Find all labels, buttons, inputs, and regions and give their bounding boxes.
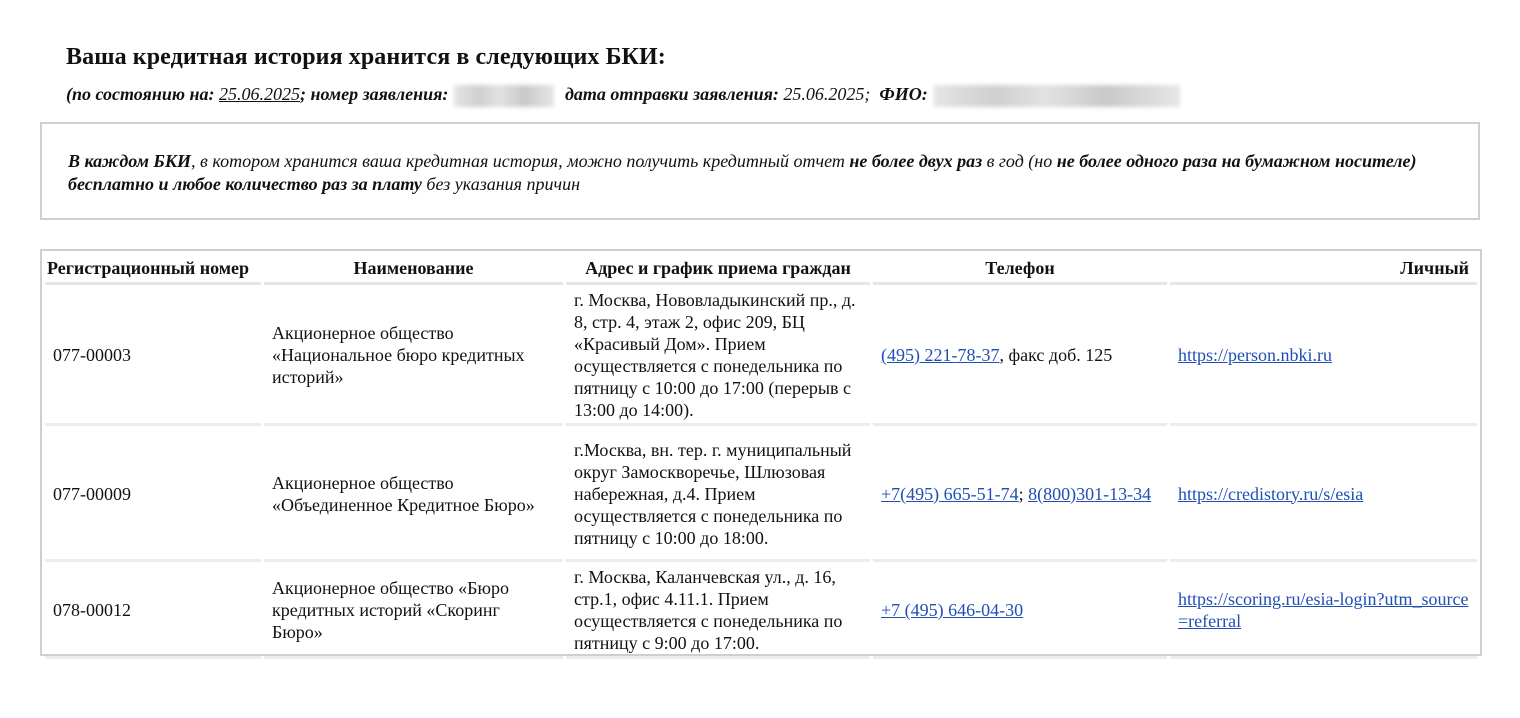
phone-link[interactable]: +7 (495) 646-04-30 [881,600,1023,620]
cell-phone: +7(495) 665-51-74; 8(800)301-13-34 [873,428,1167,562]
bureau-table-container: Регистрационный номер Наименование Адрес… [40,249,1482,659]
fio-label: ФИО: [879,84,928,104]
header-phone: Телефон [873,254,1167,285]
notice-box: В каждом БКИ, в котором хранится ваша кр… [40,122,1480,220]
phone-extra: , факс доб. 125 [999,345,1113,365]
as-of-date: 25.06.2025 [218,84,300,104]
notice-part-4: в год (но [982,151,1057,171]
cell-address: г. Москва, Каланчевская ул., д. 16, стр.… [566,564,870,659]
header-address: Адрес и график приема граждан [566,254,870,285]
cell-address: г. Москва, Нововладыкинский пр., д. 8, с… [566,287,870,426]
phone-link[interactable]: +7(495) 665-51-74 [881,484,1019,504]
personal-account-link[interactable]: https://person.nbki.ru [1178,345,1332,365]
sent-date-label: дата отправки заявления: [564,84,779,104]
notice-part-2: , в котором хранится ваша кредитная исто… [191,151,850,171]
bureau-table: Регистрационный номер Наименование Адрес… [42,252,1480,661]
header-personal: Личный [1170,254,1477,285]
fio-redacted [933,84,1180,107]
cell-reg-number: 077-00003 [45,287,261,426]
cell-reg-number: 077-00009 [45,428,261,562]
cell-phone: (495) 221-78-37, факс доб. 125 [873,287,1167,426]
table-row: 077-00003 Акционерное общество «Национал… [45,287,1477,426]
cell-name: Акционерное общество «Национальное бюро … [264,287,563,426]
cell-personal: https://person.nbki.ru [1170,287,1477,426]
table-header-row: Регистрационный номер Наименование Адрес… [45,254,1477,285]
personal-account-link[interactable]: https://credistory.ru/s/esia [1178,484,1363,504]
header-name: Наименование [264,254,563,285]
personal-account-link[interactable]: https://scoring.ru/esia-login?utm_source… [1178,589,1468,631]
application-number-redacted [454,84,555,107]
cell-personal: https://scoring.ru/esia-login?utm_source… [1170,564,1477,659]
cell-address: г.Москва, вн. тер. г. муниципальный окру… [566,428,870,562]
notice-part-1: В каждом БКИ [68,151,192,171]
as-of-label: (по состоянию на: [66,84,215,104]
cell-personal: https://credistory.ru/s/esia [1170,428,1477,562]
table-row: 077-00009 Акционерное общество «Объедине… [45,428,1477,562]
sent-date: 25.06.2025; [783,84,871,104]
phone-separator: ; [1018,483,1029,504]
table-row: 078-00012 Акционерное общество «Бюро кре… [45,564,1477,659]
phone-link-2[interactable]: 8(800)301-13-34 [1028,484,1151,504]
application-number-label: ; номер заявления: [299,84,449,104]
header-reg-number: Регистрационный номер [45,254,261,285]
cell-name: Акционерное общество «Объединенное Креди… [264,428,563,562]
cell-phone: +7 (495) 646-04-30 [873,564,1167,659]
page-title: Ваша кредитная история хранится в следую… [66,44,666,70]
phone-link[interactable]: (495) 221-78-37 [881,345,999,365]
status-line: (по состоянию на: 25.06.2025; номер заяв… [66,84,1186,107]
notice-part-6: без указания причин [421,174,581,194]
cell-name: Акционерное общество «Бюро кредитных ист… [264,564,563,659]
cell-reg-number: 078-00012 [45,564,261,659]
notice-part-3: не более двух раз [849,151,983,171]
